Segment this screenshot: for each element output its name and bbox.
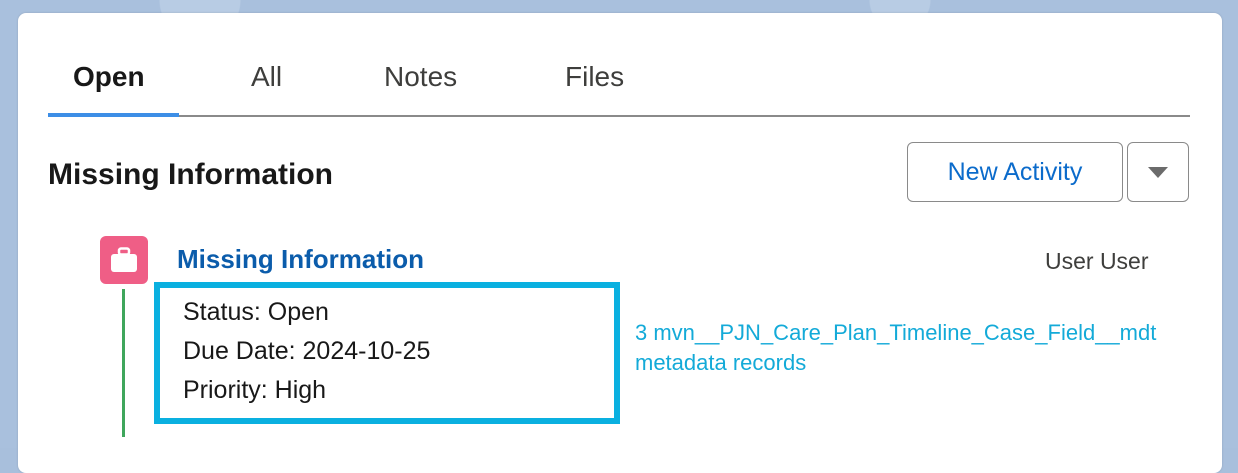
activity-tabs: Open All Notes Files [48, 51, 1190, 117]
tab-files[interactable]: Files [565, 61, 624, 93]
activity-details-highlight: Status: Open Due Date: 2024-10-25 Priori… [154, 282, 620, 424]
activity-title-link[interactable]: Missing Information [177, 244, 424, 275]
metadata-line-2: metadata records [635, 350, 807, 375]
detail-priority: Priority: High [183, 376, 327, 404]
metadata-records-link[interactable]: 3 mvn__PJN_Care_Plan_Timeline_Case_Field… [635, 318, 1225, 378]
active-tab-indicator [48, 113, 179, 117]
tab-all[interactable]: All [251, 61, 282, 93]
new-activity-button[interactable]: New Activity [907, 142, 1123, 202]
briefcase-glyph [111, 247, 137, 272]
metadata-line-1: 3 mvn__PJN_Care_Plan_Timeline_Case_Field… [635, 320, 1157, 345]
detail-status: Status: Open [183, 298, 329, 326]
activity-owner: User User [1045, 248, 1149, 274]
timeline-line [122, 289, 125, 437]
briefcase-icon [100, 236, 148, 284]
tab-notes[interactable]: Notes [384, 61, 457, 93]
activity-card: Open All Notes Files Missing Information… [18, 13, 1222, 473]
detail-due-date: Due Date: 2024-10-25 [183, 337, 431, 365]
chevron-down-icon [1148, 166, 1168, 178]
section-title: Missing Information [48, 158, 333, 191]
activity-dropdown-button[interactable] [1127, 142, 1189, 202]
tab-open[interactable]: Open [73, 61, 145, 93]
